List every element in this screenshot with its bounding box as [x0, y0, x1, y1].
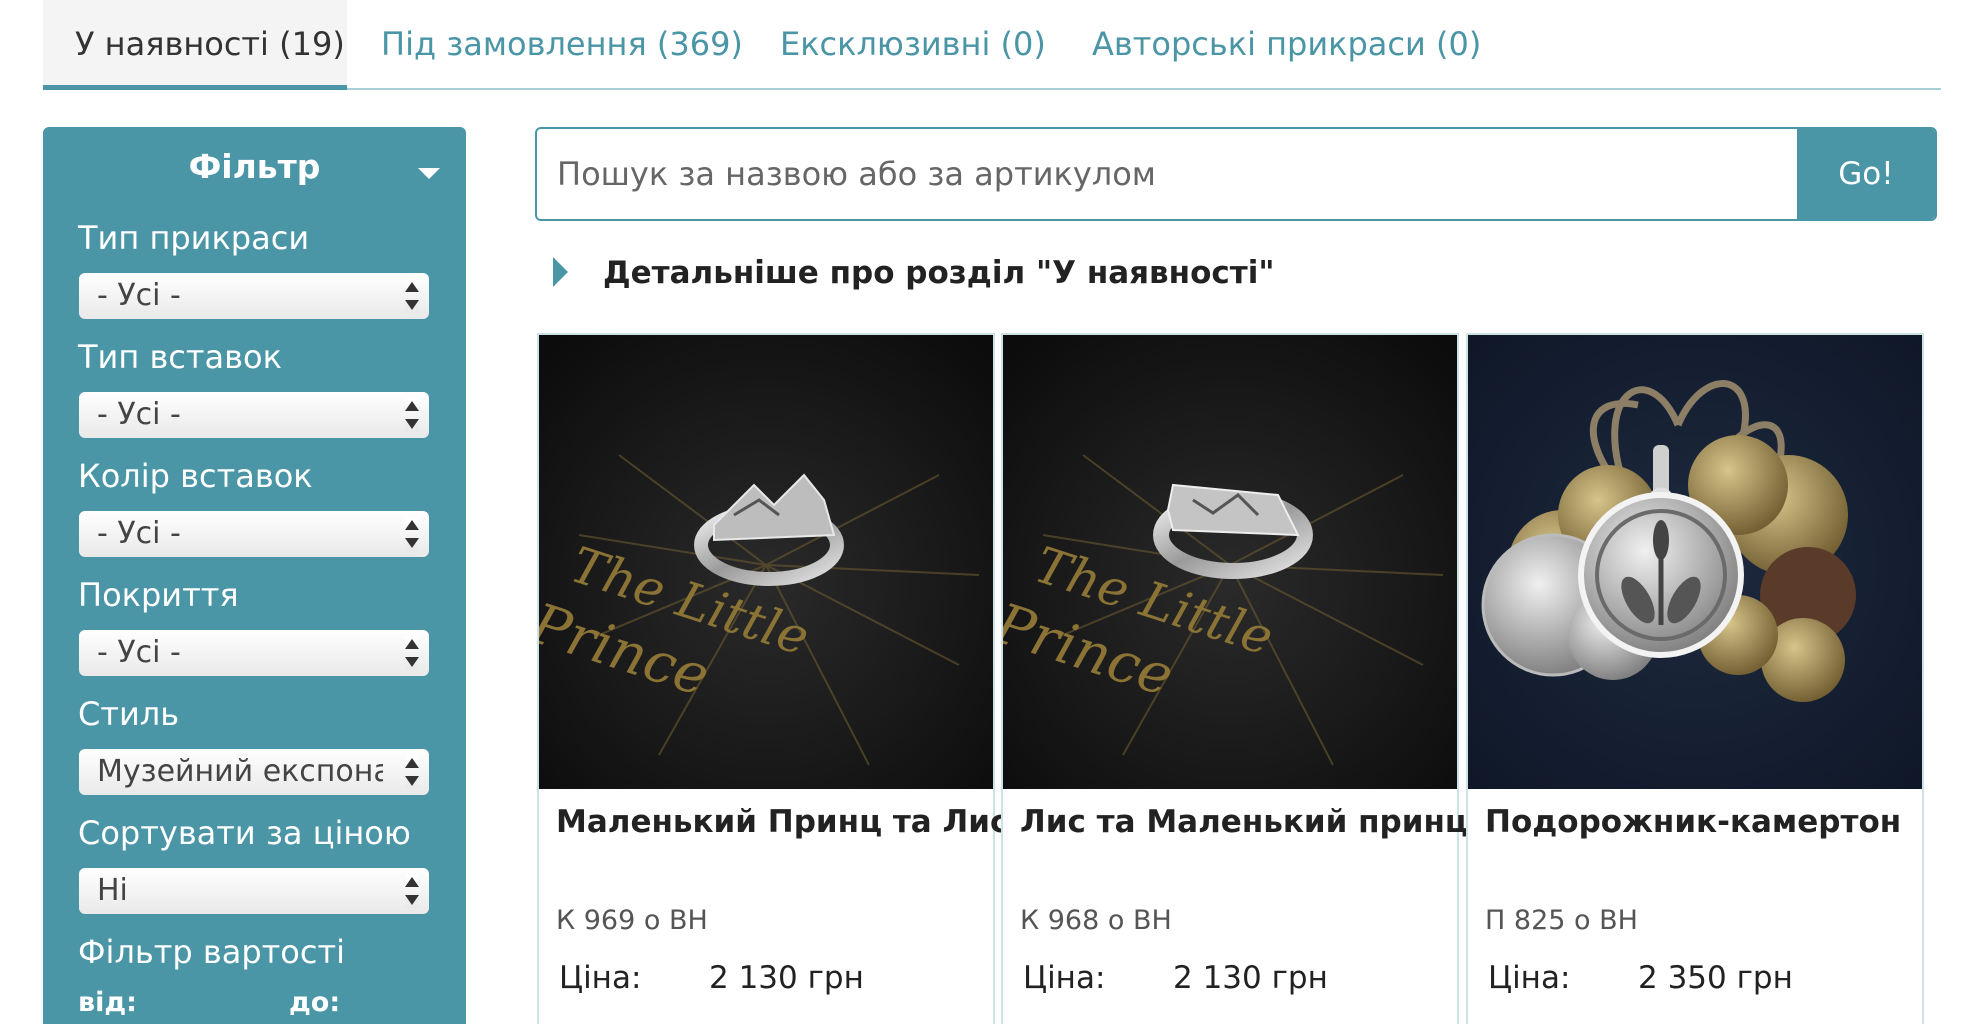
sort-price-value: Ні	[97, 873, 128, 908]
tab-author-jewelry[interactable]: Авторські прикраси (0)	[1092, 0, 1481, 90]
price-label: Ціна:	[1488, 960, 1571, 996]
style-select[interactable]: Музейний експонат	[79, 749, 429, 795]
select-arrows-icon	[405, 398, 419, 432]
filter-label-sort-price: Сортувати за ціною	[78, 814, 411, 852]
select-arrows-icon	[405, 517, 419, 551]
product-image-ring[interactable]: The Little Prince	[539, 335, 993, 789]
filter-sidebar: Фільтр Тип прикраси - Усі - Тип вставок …	[43, 127, 466, 1024]
jewelry-type-select[interactable]: - Усі -	[79, 273, 429, 319]
coating-value: - Усі -	[97, 635, 181, 670]
search-button[interactable]: Go!	[1797, 129, 1935, 219]
category-tabs: У наявності (19) Під замовлення (369) Ек…	[43, 0, 1941, 90]
product-title[interactable]: Маленький Принц та Лис	[556, 804, 1008, 840]
insert-type-select[interactable]: - Усі -	[79, 392, 429, 438]
product-price: 2 350 грн	[1638, 960, 1793, 996]
product-title[interactable]: Подорожник-камертон	[1485, 804, 1901, 840]
filter-title[interactable]: Фільтр	[43, 147, 466, 186]
product-card[interactable]: The Little Prince Маленький Принц та Лис…	[537, 333, 1008, 1024]
product-card[interactable]: The Little Prince Лис та Маленький принц…	[1001, 333, 1468, 1024]
price-label: Ціна:	[1023, 960, 1106, 996]
triangle-right-icon	[553, 257, 568, 287]
insert-color-select[interactable]: - Усі -	[79, 511, 429, 557]
filter-label-jewelry-type: Тип прикраси	[78, 219, 310, 257]
select-arrows-icon	[405, 874, 419, 908]
coating-select[interactable]: - Усі -	[79, 630, 429, 676]
sort-price-select[interactable]: Ні	[79, 868, 429, 914]
price-filter-label: Фільтр вартості	[78, 933, 345, 971]
filter-label-insert-type: Тип вставок	[78, 338, 282, 376]
tab-in-stock[interactable]: У наявності (19)	[43, 0, 347, 90]
product-sku: К 968 о ВН	[1020, 905, 1172, 936]
select-arrows-icon	[405, 755, 419, 789]
select-arrows-icon	[405, 636, 419, 670]
style-value: Музейний експонат	[97, 754, 383, 789]
select-arrows-icon	[405, 279, 419, 313]
search-input[interactable]	[537, 129, 1799, 219]
product-price: 2 130 грн	[709, 960, 864, 996]
jewelry-type-value: - Усі -	[97, 278, 181, 313]
product-title[interactable]: Лис та Маленький принц	[1020, 804, 1468, 840]
price-from-label: від:	[78, 987, 137, 1018]
product-card[interactable]: Подорожник-камертон П 825 о ВН Ціна: 2 3…	[1466, 333, 1924, 1024]
product-image-pendant[interactable]	[1468, 335, 1922, 789]
chevron-down-icon[interactable]	[418, 168, 440, 179]
product-sku: К 969 о ВН	[556, 905, 708, 936]
search-bar: Go!	[535, 127, 1937, 221]
tab-exclusive[interactable]: Ексклюзивні (0)	[780, 0, 1046, 90]
filter-label-coating: Покриття	[78, 576, 239, 614]
product-price: 2 130 грн	[1173, 960, 1328, 996]
product-sku: П 825 о ВН	[1485, 905, 1638, 936]
filter-label-insert-color: Колір вставок	[78, 457, 313, 495]
price-label: Ціна:	[559, 960, 642, 996]
price-to-label: до:	[289, 987, 341, 1018]
insert-type-value: - Усі -	[97, 397, 181, 432]
section-details-text: Детальніше про розділ "У наявності"	[603, 255, 1275, 291]
insert-color-value: - Усі -	[97, 516, 181, 551]
tab-on-order[interactable]: Під замовлення (369)	[381, 0, 743, 90]
filter-label-style: Стиль	[78, 695, 180, 733]
product-image-ring[interactable]: The Little Prince	[1003, 335, 1457, 789]
